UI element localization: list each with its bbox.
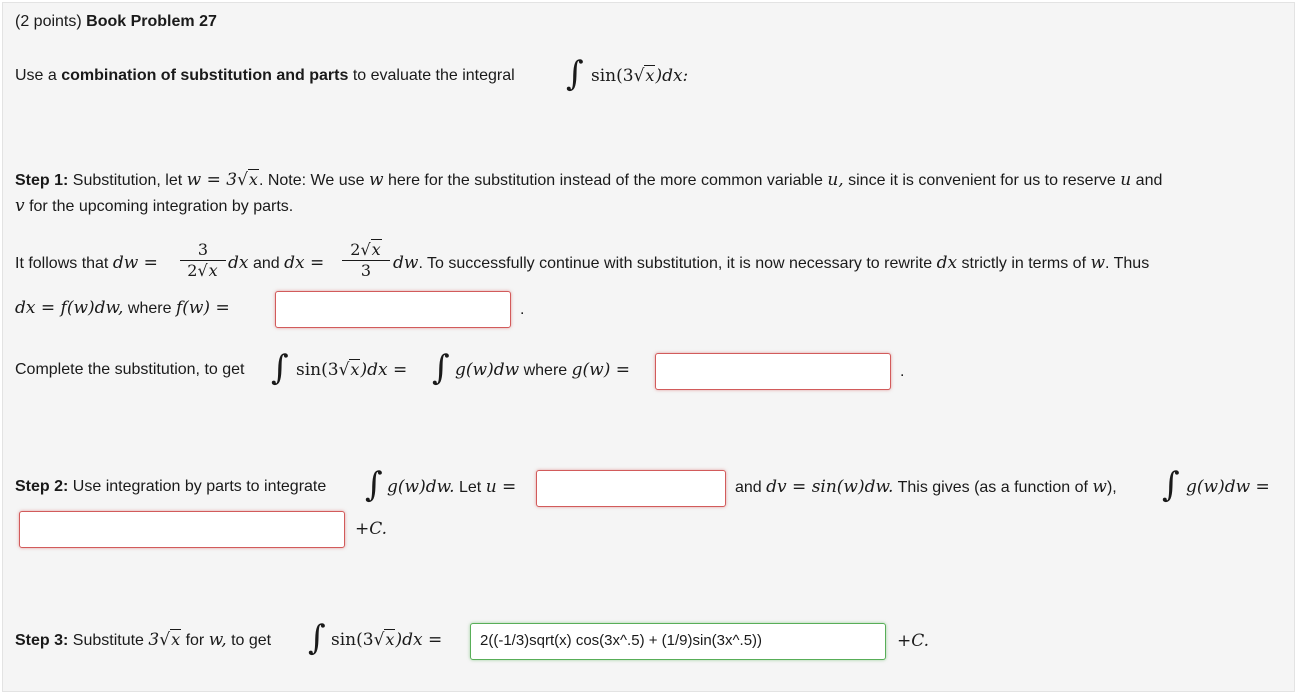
continue-text: dw. To successfully continue with substi… xyxy=(393,253,1150,273)
integral-sign: ∫ xyxy=(308,618,326,658)
step2-label: Step 2: xyxy=(15,478,69,495)
intro-text: Use a combination of substitution and pa… xyxy=(15,67,515,84)
fw-label: dx = f(w)dw, where f(w) = xyxy=(15,298,230,318)
problem-header: (2 points) Book Problem 27 xyxy=(15,12,217,32)
step3-text: Step 3: Substitute 3√x for w, to get xyxy=(15,629,272,650)
fraction-dx: 2√x 3 xyxy=(342,239,390,281)
complete-text: Complete the substitution, to get xyxy=(15,361,245,378)
fw-answer-input[interactable] xyxy=(275,291,511,328)
step1-line1: Step 1: Substitution, let w = 3√x. Note:… xyxy=(15,169,1163,190)
problem-title: Book Problem 27 xyxy=(86,13,217,30)
integral-sign: ∫ xyxy=(365,465,383,505)
points-label: (2 points) xyxy=(15,13,82,30)
period: . xyxy=(520,301,525,318)
problem-panel xyxy=(2,2,1295,692)
intro-integrand: sin(3√x)dx: xyxy=(591,65,689,86)
step2-plus-c: +C. xyxy=(355,519,388,539)
integral-sign: ∫ xyxy=(1162,465,1180,505)
u-answer-input[interactable] xyxy=(536,470,726,507)
step2-let: g(w)dw. Let u = xyxy=(387,477,517,497)
step3-plus-c: +C. xyxy=(897,631,930,651)
step3-label: Step 3: xyxy=(15,632,69,649)
follows-text: It follows that dw = xyxy=(15,253,158,273)
integral-sign: ∫ xyxy=(566,54,584,94)
period: . xyxy=(900,363,905,380)
and-dx-text: dx and dx = xyxy=(228,253,325,273)
gw-answer-input[interactable] xyxy=(655,353,891,390)
complete-lhs: sin(3√x)dx = xyxy=(296,359,408,380)
step2-dv: and dv = sin(w)dw. This gives (as a func… xyxy=(735,477,1117,497)
parts-answer-input[interactable] xyxy=(19,511,345,548)
complete-rhs: g(w)dw where g(w) = xyxy=(455,360,630,380)
step1-label: Step 1: xyxy=(15,172,69,189)
final-answer-input[interactable]: 2((-1/3)sqrt(x) cos(3x^.5) + (1/9)sin(3x… xyxy=(470,623,886,660)
fraction-dw: 3 2√x xyxy=(180,240,226,281)
step3-lhs: sin(3√x)dx = xyxy=(331,629,443,650)
step2-text: Step 2: Use integration by parts to inte… xyxy=(15,478,327,495)
step2-gw-dw: g(w)dw = xyxy=(1186,477,1270,497)
integral-sign: ∫ xyxy=(432,348,450,388)
step1-line2: v for the upcoming integration by parts. xyxy=(15,196,294,216)
integral-sign: ∫ xyxy=(271,348,289,388)
